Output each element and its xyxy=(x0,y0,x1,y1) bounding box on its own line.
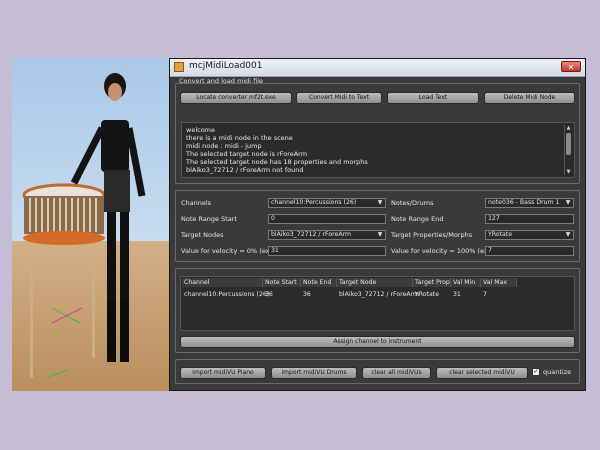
title-bar[interactable]: mcjMidiLoad001 ✕ xyxy=(170,59,585,77)
quantize-checkbox[interactable]: ✓ xyxy=(532,368,540,376)
notes-value: note036 - Bass Drum 1 xyxy=(488,199,560,206)
scroll-down-icon[interactable]: ▼ xyxy=(565,169,572,175)
assignments-table[interactable]: Channel Note Start Note End Target Node … xyxy=(180,276,575,331)
table-cell[interactable]: YRotate xyxy=(413,291,439,298)
figure-arm xyxy=(125,127,146,197)
column-header[interactable]: Channel xyxy=(182,278,263,287)
channels-select[interactable]: channel10:Percussions (26) ▼ xyxy=(268,198,386,208)
velocity-full-label: Value for velocity = 100% (ex:1) xyxy=(391,247,497,255)
column-header[interactable]: Note Start xyxy=(263,278,301,287)
velocity-zero-label: Value for velocity = 0% (ex:0) xyxy=(181,247,279,255)
axis-gizmo xyxy=(46,369,68,379)
velocity-full-field[interactable]: 7 xyxy=(485,246,574,256)
convert-group-label: Convert and load midi file xyxy=(179,77,264,85)
target-nodes-select[interactable]: blAiko3_72712 / rForeArm ▼ xyxy=(268,230,386,240)
target-props-select[interactable]: YRotate ▼ xyxy=(485,230,574,240)
log-textarea[interactable]: welcome there is a midi node in the scen… xyxy=(181,122,575,178)
log-line: The selected target node has 18 properti… xyxy=(186,158,368,166)
log-line: welcome xyxy=(186,126,216,134)
channels-value: channel10:Percussions (26) xyxy=(271,199,357,206)
drum-rim xyxy=(23,231,105,245)
scroll-up-icon[interactable]: ▲ xyxy=(565,125,572,131)
note-end-field[interactable]: 127 xyxy=(485,214,574,224)
load-text-button[interactable]: Load Text xyxy=(387,92,479,104)
table-cell[interactable]: 31 xyxy=(451,291,461,298)
3d-viewport[interactable] xyxy=(12,58,169,391)
window-title: mcjMidiLoad001 xyxy=(189,61,263,71)
column-header[interactable]: Target Prop xyxy=(413,278,451,287)
figure-leg xyxy=(120,212,129,302)
column-header[interactable]: Note End xyxy=(301,278,337,287)
locate-converter-button[interactable]: Locate converter mf2t.exe xyxy=(180,92,292,104)
log-line: there is a midi node in the scene xyxy=(186,134,293,142)
figure-head xyxy=(108,83,122,101)
figure-boot xyxy=(107,302,116,362)
chevron-down-icon: ▼ xyxy=(565,231,571,238)
log-line: The selected target node is rForeArm xyxy=(186,150,308,158)
scroll-thumb[interactable] xyxy=(566,133,571,155)
table-cell[interactable]: 36 xyxy=(301,291,311,298)
log-line: midi node : midi - jump xyxy=(186,142,262,150)
log-scrollbar[interactable]: ▲ ▼ xyxy=(564,125,572,175)
scene-render xyxy=(22,73,146,379)
table-cell[interactable]: channel10:Percussions (26) xyxy=(182,291,269,298)
quantize-label: quantize xyxy=(543,368,572,376)
table-cell[interactable]: 36 xyxy=(263,291,273,298)
import-piano-button[interactable]: import midiVU Piano xyxy=(180,367,266,379)
channels-label: Channels xyxy=(181,199,212,207)
log-line: blAiko3_72712 / rForeArm not found xyxy=(186,166,304,174)
target-props-value: YRotate xyxy=(488,231,513,238)
column-header[interactable]: Val Min xyxy=(451,278,481,287)
close-icon[interactable]: ✕ xyxy=(561,61,581,72)
stool-leg xyxy=(30,238,33,378)
note-start-field[interactable]: 0 xyxy=(268,214,386,224)
app-icon xyxy=(174,62,184,72)
column-header[interactable]: Target Node xyxy=(337,278,413,287)
table-cell[interactable]: 7 xyxy=(481,291,487,298)
convert-midi-button[interactable]: Convert Midi to Text xyxy=(296,92,382,104)
chevron-down-icon: ▼ xyxy=(565,199,571,206)
notes-select[interactable]: note036 - Bass Drum 1 ▼ xyxy=(485,198,574,208)
clear-selected-button[interactable]: clear selected midiVU xyxy=(436,367,528,379)
note-end-label: Note Range End xyxy=(391,215,444,223)
stool-leg xyxy=(92,238,95,358)
figure-boot xyxy=(120,302,129,362)
notes-label: Notes/Drums xyxy=(391,199,434,207)
chevron-down-icon: ▼ xyxy=(377,231,383,238)
figure-torso xyxy=(101,120,129,172)
target-nodes-label: Target Nodes xyxy=(181,231,224,239)
figure-arm xyxy=(70,126,106,185)
chevron-down-icon: ▼ xyxy=(377,199,383,206)
clear-all-button[interactable]: clear all midiVUs xyxy=(362,367,431,379)
target-props-label: Target Properties/Morphs xyxy=(391,231,473,239)
delete-midi-node-button[interactable]: Delete Midi Node xyxy=(484,92,575,104)
import-drums-button[interactable]: import midiVU Drums xyxy=(271,367,357,379)
note-start-label: Note Range Start xyxy=(181,215,237,223)
velocity-zero-field[interactable]: 31 xyxy=(268,246,386,256)
assign-channel-button[interactable]: Assign channel to instrument xyxy=(180,336,575,348)
figure-leg xyxy=(107,212,116,302)
target-nodes-value: blAiko3_72712 / rForeArm xyxy=(271,231,352,238)
figure-skirt xyxy=(104,170,130,212)
column-header[interactable]: Val Max xyxy=(481,278,517,287)
table-cell[interactable]: blAiko3_72712 / rForeArm xyxy=(337,291,419,298)
